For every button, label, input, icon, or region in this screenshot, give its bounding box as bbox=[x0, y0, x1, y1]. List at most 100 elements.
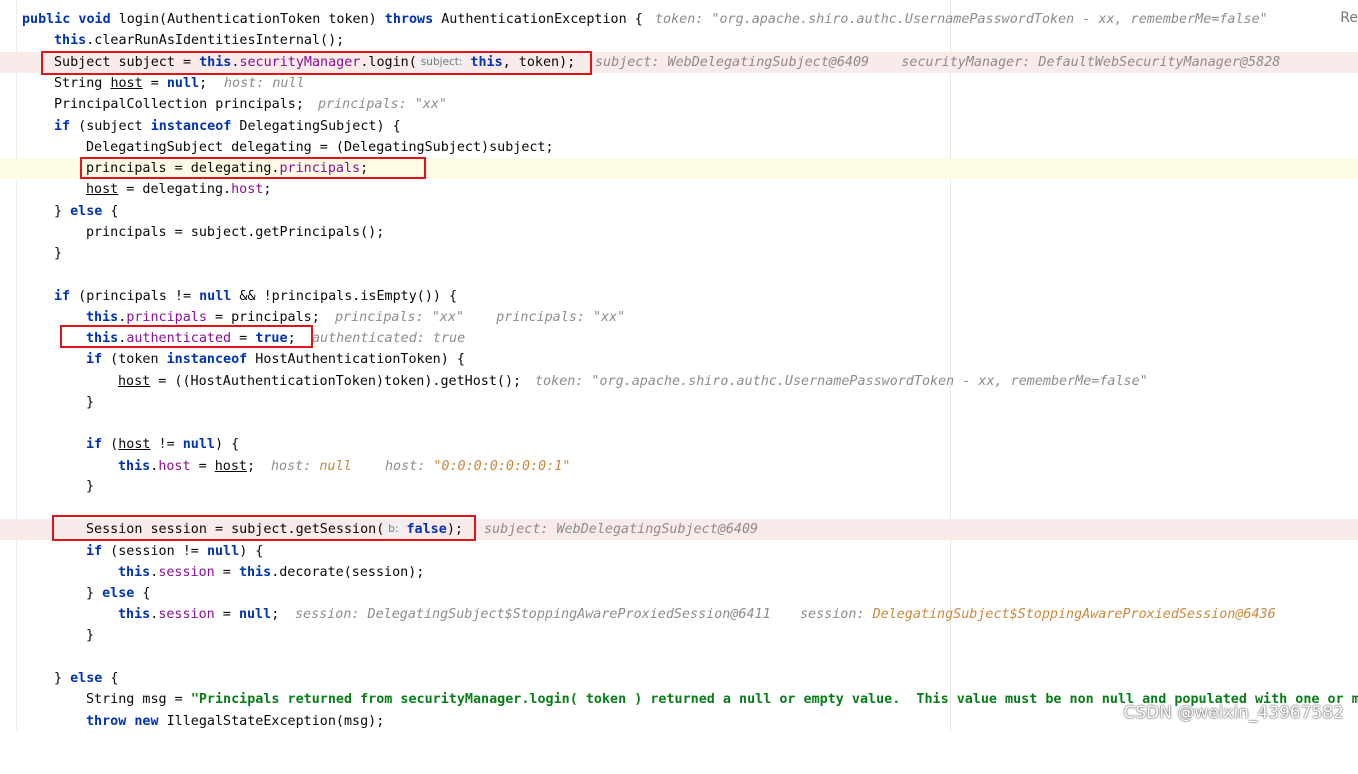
code-text: HostAuthenticationToken) { bbox=[247, 352, 465, 367]
code-editor[interactable]: public void login(AuthenticationToken to… bbox=[0, 0, 1358, 731]
code-text: } bbox=[86, 586, 103, 601]
keyword: this bbox=[118, 607, 151, 622]
code-text: = bbox=[190, 459, 215, 474]
code-text: .clearRunAsIdentitiesInternal(); bbox=[86, 33, 345, 48]
code-line-19[interactable]: } bbox=[0, 392, 1358, 413]
code-line-7[interactable]: DelegatingSubject delegating = (Delegati… bbox=[0, 137, 1358, 158]
code-line-32[interactable]: } else { bbox=[0, 668, 1358, 689]
code-text: DelegatingSubject delegating = (Delegati… bbox=[86, 140, 554, 155]
keyword: else bbox=[70, 671, 103, 686]
code-line-23[interactable]: } bbox=[0, 476, 1358, 497]
keyword: throws bbox=[384, 12, 434, 27]
code-text: != bbox=[150, 437, 183, 452]
hint-label: host: bbox=[385, 459, 434, 474]
code-line-22[interactable]: this.host = host; host: null host: "0:0:… bbox=[0, 456, 1358, 477]
keyword: null bbox=[166, 76, 200, 91]
watermark: CSDN @weixin_43967582 bbox=[1123, 703, 1344, 723]
variable: host bbox=[110, 76, 143, 91]
hint-label: session: bbox=[800, 607, 873, 622]
code-text: ) { bbox=[215, 437, 240, 452]
code-text: } bbox=[54, 671, 71, 686]
hint-changed-value: null bbox=[319, 459, 352, 474]
code-text: } bbox=[54, 204, 71, 219]
code-text: PrincipalCollection principals; bbox=[54, 97, 304, 112]
code-line-30[interactable]: } bbox=[0, 625, 1358, 646]
field-name: host bbox=[158, 459, 191, 474]
keyword: new bbox=[134, 714, 159, 729]
inline-debug-value: authenticated: true bbox=[312, 331, 466, 346]
code-text: } bbox=[86, 395, 95, 410]
variable: host bbox=[118, 374, 151, 389]
code-line-11[interactable]: principals = subject.getPrincipals(); bbox=[0, 222, 1358, 243]
inline-debug-value: host: "0:0:0:0:0:0:0:1" bbox=[385, 456, 570, 477]
code-text: } bbox=[54, 246, 63, 261]
code-text: ( bbox=[102, 437, 119, 452]
field-name: host bbox=[231, 182, 264, 197]
inline-debug-value: host: null bbox=[271, 456, 352, 477]
code-line-4[interactable]: String host = null; host: null bbox=[0, 73, 1358, 94]
code-line-21[interactable]: if (host != null) { bbox=[0, 434, 1358, 455]
code-text: ; bbox=[271, 607, 280, 622]
code-text: .decorate(session); bbox=[271, 565, 425, 580]
code-text: AuthenticationException { bbox=[433, 12, 643, 27]
keyword: if bbox=[54, 119, 71, 134]
code-line-6[interactable]: if (subject instanceof DelegatingSubject… bbox=[0, 116, 1358, 137]
code-text: ; bbox=[247, 459, 256, 474]
code-line-27[interactable]: this.session = this.decorate(session); bbox=[0, 562, 1358, 583]
field-name: session bbox=[158, 607, 215, 622]
keyword: throw bbox=[86, 714, 127, 729]
keyword: if bbox=[54, 289, 71, 304]
keyword: null bbox=[206, 544, 240, 559]
inline-debug-value: principals: "xx" principals: "xx" bbox=[335, 310, 626, 325]
code-text: = bbox=[142, 76, 167, 91]
variable: host bbox=[86, 182, 119, 197]
hint-changed-value: "0:0:0:0:0:0:0:1" bbox=[433, 459, 571, 474]
code-line-10[interactable]: } else { bbox=[0, 201, 1358, 222]
hint-changed-value: DelegatingSubject$StoppingAwareProxiedSe… bbox=[872, 607, 1276, 622]
code-text: IllegalStateException(msg); bbox=[158, 714, 385, 729]
code-text: ; bbox=[263, 182, 272, 197]
keyword: if bbox=[86, 437, 103, 452]
code-text: = principals; bbox=[206, 310, 320, 325]
code-text: (token bbox=[102, 352, 167, 367]
code-line-2[interactable]: this.clearRunAsIdentitiesInternal(); bbox=[0, 30, 1358, 51]
code-line-5[interactable]: PrincipalCollection principals; principa… bbox=[0, 94, 1358, 115]
code-text: login(AuthenticationToken token) bbox=[110, 12, 385, 27]
keyword: null bbox=[182, 437, 215, 452]
code-text: = delegating. bbox=[118, 182, 232, 197]
field-name: principals bbox=[126, 310, 207, 325]
code-text: (session != bbox=[102, 544, 207, 559]
code-line-14[interactable]: if (principals != null && !principals.is… bbox=[0, 286, 1358, 307]
code-text: (subject bbox=[70, 119, 151, 134]
keyword: if bbox=[86, 352, 103, 367]
code-text: { bbox=[102, 204, 119, 219]
code-line-18[interactable]: host = ((HostAuthenticationToken)token).… bbox=[0, 371, 1358, 392]
code-text: { bbox=[102, 671, 119, 686]
code-line-29[interactable]: this.session = null; session: Delegating… bbox=[0, 604, 1358, 625]
inline-debug-value: token: "org.apache.shiro.authc.UsernameP… bbox=[655, 12, 1268, 27]
keyword: this bbox=[86, 310, 119, 325]
code-line-17[interactable]: if (token instanceof HostAuthenticationT… bbox=[0, 349, 1358, 370]
code-line-26[interactable]: if (session != null) { bbox=[0, 541, 1358, 562]
inline-debug-value: session: DelegatingSubject$StoppingAware… bbox=[295, 607, 771, 622]
inline-debug-value: subject: WebDelegatingSubject@6409 secur… bbox=[595, 55, 1281, 70]
keyword: this bbox=[118, 565, 151, 580]
code-text: principals = subject.getPrincipals(); bbox=[86, 225, 385, 240]
annotation-box-authenticated-assign bbox=[60, 325, 313, 348]
code-line-1[interactable]: public void login(AuthenticationToken to… bbox=[0, 9, 1358, 30]
keyword: instanceof bbox=[166, 352, 248, 367]
variable: host bbox=[214, 459, 247, 474]
keyword: if bbox=[86, 544, 103, 559]
reader-mode-toggle[interactable]: Re bbox=[1340, 10, 1358, 26]
keyword: this bbox=[238, 565, 272, 580]
code-line-12[interactable]: } bbox=[0, 243, 1358, 264]
code-text: } bbox=[86, 479, 95, 494]
code-line-9[interactable]: host = delegating.host; bbox=[0, 179, 1358, 200]
keyword: public void bbox=[22, 12, 111, 27]
code-text: DelegatingSubject) { bbox=[231, 119, 401, 134]
keyword: null bbox=[199, 289, 232, 304]
code-line-28[interactable]: } else { bbox=[0, 583, 1358, 604]
inline-debug-value: session: DelegatingSubject$StoppingAware… bbox=[800, 604, 1276, 625]
annotation-box-principals-assign bbox=[80, 157, 426, 179]
inline-debug-value: subject: WebDelegatingSubject@6409 bbox=[484, 522, 759, 537]
